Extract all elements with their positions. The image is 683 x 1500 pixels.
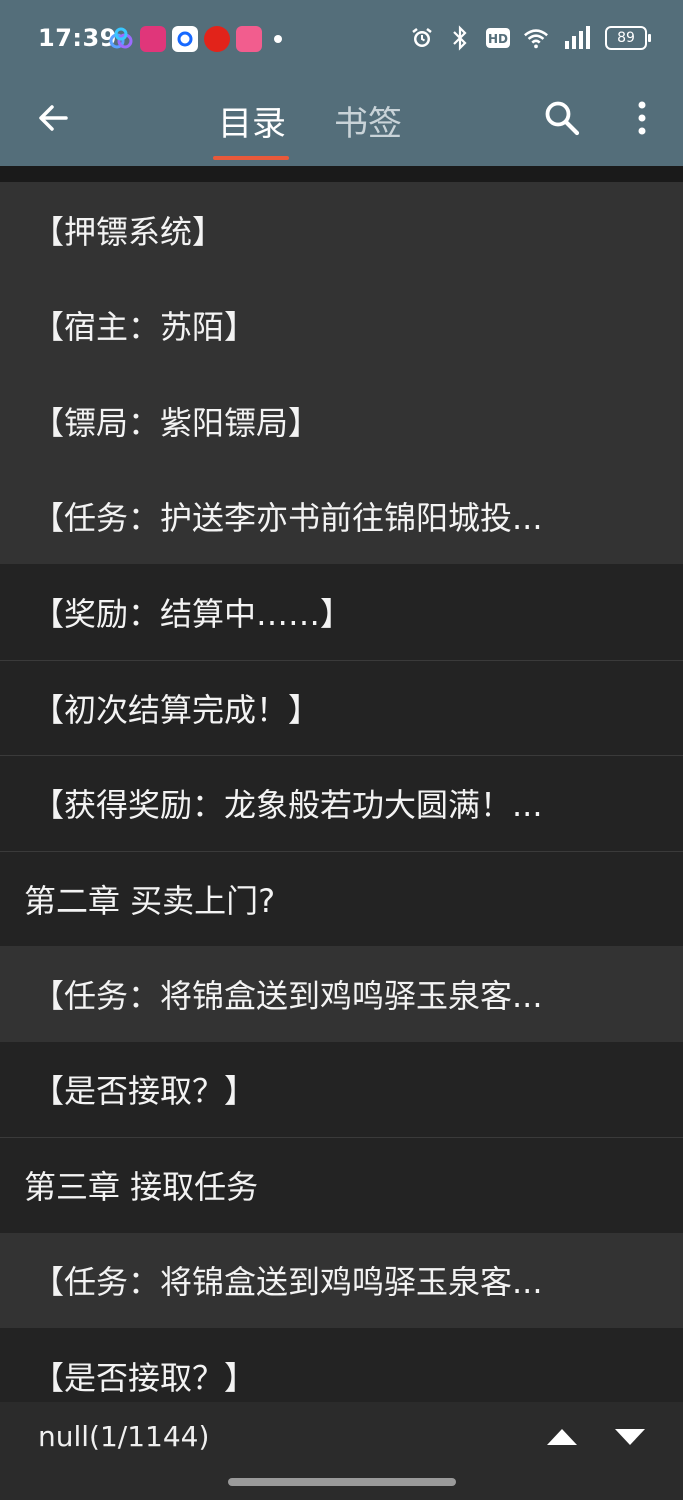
arrow-left-icon xyxy=(39,105,68,131)
app-bar: 目录 书签 xyxy=(0,80,683,166)
toc-list-item[interactable]: 【奖励：结算中……】 xyxy=(0,564,683,660)
toc-list-item[interactable]: 【任务：将锦盒送到鸡鸣驿玉泉客... xyxy=(0,1232,683,1328)
cloud-app-icon xyxy=(108,26,134,52)
toc-item-label: 【是否接取？】 xyxy=(32,1358,257,1397)
triangle-up-icon xyxy=(547,1429,577,1445)
search-icon xyxy=(545,101,580,136)
status-time: 17:39 xyxy=(38,24,117,52)
toc-list-item[interactable]: 【任务：将锦盒送到鸡鸣驿玉泉客... xyxy=(0,946,683,1042)
toc-item-label: 【初次结算完成！】 xyxy=(32,690,321,729)
status-indicators: HD 89 xyxy=(409,24,651,52)
toc-item-label: 【获得奖励：龙象般若功大圆满！... xyxy=(32,786,543,825)
status-bar: 17:39 HD 89 xyxy=(0,0,683,80)
toc-item-label: 第二章 买卖上门? xyxy=(24,881,276,920)
signal-5g-icon xyxy=(561,24,593,52)
battery-icon: 89 xyxy=(605,26,651,50)
toc-chapter-item[interactable]: 第三章 接取任务 xyxy=(0,1137,683,1233)
toc-item-label: 【任务：将锦盒送到鸡鸣驿玉泉客... xyxy=(32,1263,543,1302)
toc-list[interactable]: 【押镖系统】 【宿主：苏陌】【镖局：紫阳镖局】【任务：护送李亦书前往锦阳城投...… xyxy=(0,182,683,1424)
toc-item-label: 【押镖系统】 xyxy=(32,212,225,251)
circle-app-icon xyxy=(172,26,198,52)
toc-list-item[interactable]: 【获得奖励：龙象般若功大圆满！... xyxy=(0,755,683,851)
toc-item-label: 【宿主：苏陌】 xyxy=(32,308,257,347)
toc-list-item[interactable]: 【镖局：紫阳镖局】 xyxy=(0,373,683,469)
jd-app-icon xyxy=(204,26,230,52)
toc-item-label: 【任务：将锦盒送到鸡鸣驿玉泉客... xyxy=(32,976,543,1015)
toc-item-label: 【任务：护送李亦书前往锦阳城投... xyxy=(32,499,543,538)
toc-item-label: 【是否接取？】 xyxy=(32,1072,257,1111)
toc-chapter-item[interactable]: 第二章 买卖上门? xyxy=(0,850,683,947)
scroll-down-button[interactable] xyxy=(612,1422,648,1452)
appbar-shadow xyxy=(0,166,683,182)
scroll-up-button[interactable] xyxy=(544,1422,580,1452)
notification-app-icons xyxy=(108,26,282,52)
bilibili-app-icon xyxy=(236,26,262,52)
toc-item-label: 【镖局：紫阳镖局】 xyxy=(32,403,321,442)
back-button[interactable] xyxy=(30,94,78,142)
tv-app-icon xyxy=(140,26,166,52)
toc-list-item[interactable]: 【押镖系统】 xyxy=(0,182,683,278)
more-vert-icon xyxy=(638,101,646,135)
wifi-icon xyxy=(523,24,549,52)
tab-bookmarks[interactable]: 书签 xyxy=(334,96,402,145)
active-tab-indicator xyxy=(213,156,289,160)
home-indicator[interactable] xyxy=(228,1478,456,1486)
svg-text:HD: HD xyxy=(488,32,508,46)
alarm-icon xyxy=(409,24,435,52)
toc-item-label: 第三章 接取任务 xyxy=(24,1168,259,1207)
triangle-down-icon xyxy=(615,1429,645,1445)
toc-list-item[interactable]: 【初次结算完成！】 xyxy=(0,659,683,756)
toc-list-item[interactable]: 【任务：护送李亦书前往锦阳城投... xyxy=(0,468,683,564)
search-button[interactable] xyxy=(538,94,586,142)
more-notifications-dot xyxy=(274,35,282,43)
more-options-button[interactable] xyxy=(620,94,664,142)
toc-list-item[interactable]: 【宿主：苏陌】 xyxy=(0,277,683,373)
bluetooth-icon xyxy=(447,24,473,52)
chapter-position-text: null(1/1144) xyxy=(38,1420,210,1453)
hd-icon: HD xyxy=(485,24,511,52)
toc-item-label: 【奖励：结算中……】 xyxy=(32,594,353,633)
tab-toc[interactable]: 目录 xyxy=(218,96,286,145)
toc-list-item[interactable]: 【是否接取？】 xyxy=(0,1042,683,1138)
